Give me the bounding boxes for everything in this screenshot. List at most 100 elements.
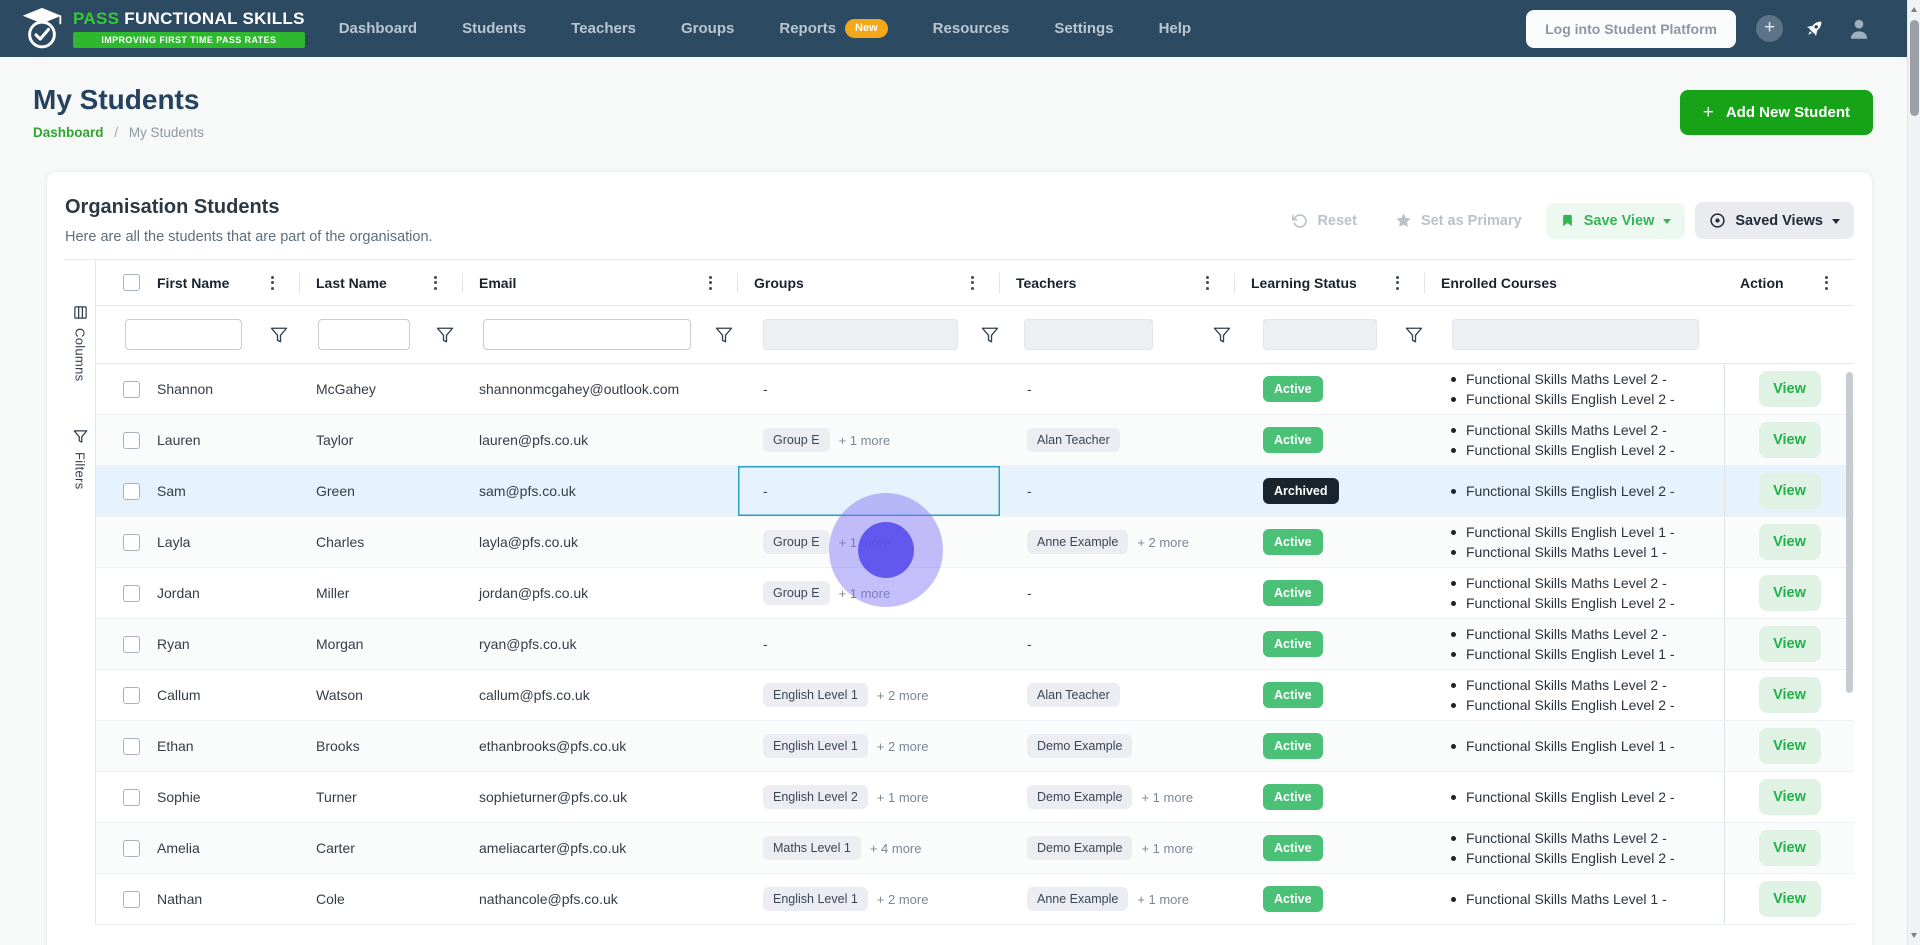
rocket-icon[interactable] bbox=[1803, 17, 1826, 40]
row-checkbox[interactable] bbox=[123, 840, 140, 857]
group-more-label: + 1 more bbox=[839, 535, 891, 550]
view-student-button[interactable]: View bbox=[1759, 473, 1821, 509]
table-scrollbar-thumb[interactable] bbox=[1846, 372, 1853, 693]
column-menu-icon[interactable] bbox=[271, 276, 274, 290]
groups-cell: English Level 1+ 2 more bbox=[738, 670, 1000, 720]
first-name-cell: Nathan bbox=[141, 874, 300, 924]
enrolled-courses-cell: Functional Skills Maths Level 2 -Functio… bbox=[1425, 670, 1724, 720]
page-scrollbar-thumb[interactable] bbox=[1910, 20, 1919, 116]
reset-button[interactable]: Reset bbox=[1278, 203, 1371, 239]
view-student-button[interactable]: View bbox=[1759, 575, 1821, 611]
row-checkbox[interactable] bbox=[123, 738, 140, 755]
header-cell-action[interactable]: Action bbox=[1724, 260, 1854, 305]
table-row[interactable]: LaurenTaylorlauren@pfs.co.ukGroup E+ 1 m… bbox=[96, 415, 1854, 466]
saved-views-button[interactable]: Saved Views bbox=[1695, 202, 1854, 239]
teachers-filter-input[interactable] bbox=[1024, 319, 1153, 350]
scroll-up-arrow-icon[interactable] bbox=[1911, 7, 1917, 12]
empty-value: - bbox=[1027, 636, 1032, 652]
select-all-checkbox[interactable] bbox=[123, 274, 140, 291]
header-cell-last[interactable]: Last Name bbox=[300, 260, 463, 305]
table-row[interactable]: AmeliaCarterameliacarter@pfs.co.ukMaths … bbox=[96, 823, 1854, 874]
row-checkbox[interactable] bbox=[123, 483, 140, 500]
group-chip: English Level 1 bbox=[763, 734, 868, 758]
row-checkbox[interactable] bbox=[123, 636, 140, 653]
nav-item-help[interactable]: Help bbox=[1159, 20, 1192, 37]
view-student-button[interactable]: View bbox=[1759, 830, 1821, 866]
view-student-button[interactable]: View bbox=[1759, 728, 1821, 764]
nav-item-settings[interactable]: Settings bbox=[1054, 20, 1113, 37]
view-student-button[interactable]: View bbox=[1759, 524, 1821, 560]
filters-panel-toggle[interactable]: Filters bbox=[73, 429, 88, 490]
table-row[interactable]: JordanMillerjordan@pfs.co.ukGroup E+ 1 m… bbox=[96, 568, 1854, 619]
view-student-button[interactable]: View bbox=[1759, 626, 1821, 662]
row-checkbox[interactable] bbox=[123, 534, 140, 551]
scroll-down-arrow-icon[interactable] bbox=[1911, 933, 1917, 938]
row-checkbox[interactable] bbox=[123, 381, 140, 398]
quick-add-icon[interactable]: + bbox=[1756, 15, 1783, 42]
login-student-platform-button[interactable]: Log into Student Platform bbox=[1526, 10, 1736, 48]
columns-panel-toggle[interactable]: Columns bbox=[73, 305, 88, 381]
column-menu-icon[interactable] bbox=[709, 276, 712, 290]
nav-item-groups[interactable]: Groups bbox=[681, 20, 734, 37]
column-menu-icon[interactable] bbox=[971, 276, 974, 290]
header-cell-teachers[interactable]: Teachers bbox=[1000, 260, 1235, 305]
nav-item-students[interactable]: Students bbox=[462, 20, 526, 37]
header-cell-courses[interactable]: Enrolled Courses bbox=[1425, 260, 1724, 305]
save-view-button[interactable]: Save View bbox=[1546, 203, 1686, 239]
enrolled-courses-filter-input[interactable] bbox=[1452, 319, 1699, 350]
set-as-primary-button[interactable]: Set as Primary bbox=[1381, 202, 1536, 239]
add-new-student-button[interactable]: + Add New Student bbox=[1680, 90, 1873, 135]
empty-value: - bbox=[763, 381, 768, 397]
learning-status-filter-input[interactable] bbox=[1263, 319, 1377, 350]
row-checkbox[interactable] bbox=[123, 432, 140, 449]
nav-item-resources[interactable]: Resources bbox=[933, 20, 1010, 37]
column-menu-icon[interactable] bbox=[1396, 276, 1399, 290]
groups-filter-input[interactable] bbox=[763, 319, 958, 350]
row-checkbox[interactable] bbox=[123, 687, 140, 704]
last-name-filter-input[interactable] bbox=[318, 319, 410, 350]
breadcrumb-dashboard-link[interactable]: Dashboard bbox=[33, 125, 104, 140]
row-checkbox[interactable] bbox=[123, 891, 140, 908]
last-name-filter-icon[interactable] bbox=[436, 326, 454, 344]
email-filter-input[interactable] bbox=[483, 319, 691, 350]
groups-filter-icon[interactable] bbox=[981, 326, 999, 344]
table-row[interactable]: CallumWatsoncallum@pfs.co.ukEnglish Leve… bbox=[96, 670, 1854, 721]
first-name-filter-icon[interactable] bbox=[270, 326, 288, 344]
first-name-value: Jordan bbox=[157, 585, 200, 601]
view-student-button[interactable]: View bbox=[1759, 677, 1821, 713]
course-name: Functional Skills English Level 2 - bbox=[1466, 789, 1675, 805]
first-name-filter-input[interactable] bbox=[125, 319, 242, 350]
table-row[interactable]: SamGreensam@pfs.co.uk--ArchivedFunctiona… bbox=[96, 466, 1854, 517]
reset-icon bbox=[1292, 213, 1308, 229]
teachers-filter-icon[interactable] bbox=[1213, 326, 1231, 344]
row-checkbox[interactable] bbox=[123, 585, 140, 602]
nav-item-dashboard[interactable]: Dashboard bbox=[339, 20, 417, 37]
table-row[interactable]: SophieTurnersophieturner@pfs.co.ukEnglis… bbox=[96, 772, 1854, 823]
row-checkbox[interactable] bbox=[123, 789, 140, 806]
table-row[interactable]: LaylaCharleslayla@pfs.co.ukGroup E+ 1 mo… bbox=[96, 517, 1854, 568]
group-chip: Group E bbox=[763, 530, 830, 554]
learning-status-cell: Active bbox=[1235, 415, 1425, 465]
header-cell-status[interactable]: Learning Status bbox=[1235, 260, 1425, 305]
column-menu-icon[interactable] bbox=[1206, 276, 1209, 290]
table-row[interactable]: RyanMorganryan@pfs.co.uk--ActiveFunction… bbox=[96, 619, 1854, 670]
view-student-button[interactable]: View bbox=[1759, 422, 1821, 458]
nav-item-reports[interactable]: ReportsNew bbox=[779, 19, 887, 38]
view-student-button[interactable]: View bbox=[1759, 371, 1821, 407]
header-cell-email[interactable]: Email bbox=[463, 260, 738, 305]
brand-logo[interactable]: PASS FUNCTIONAL SKILLS IMPROVING FIRST T… bbox=[20, 6, 305, 52]
header-cell-first[interactable]: First Name bbox=[141, 260, 300, 305]
table-row[interactable]: EthanBrooksethanbrooks@pfs.co.ukEnglish … bbox=[96, 721, 1854, 772]
table-row[interactable]: ShannonMcGaheyshannonmcgahey@outlook.com… bbox=[96, 364, 1854, 415]
view-student-button[interactable]: View bbox=[1759, 881, 1821, 917]
user-avatar-icon[interactable] bbox=[1846, 16, 1872, 42]
nav-item-teachers[interactable]: Teachers bbox=[571, 20, 636, 37]
email-filter-icon[interactable] bbox=[715, 326, 733, 344]
page-scrollbar[interactable] bbox=[1907, 0, 1920, 945]
column-menu-icon[interactable] bbox=[1825, 276, 1828, 290]
header-cell-groups[interactable]: Groups bbox=[738, 260, 1000, 305]
table-row[interactable]: NathanColenathancole@pfs.co.ukEnglish Le… bbox=[96, 874, 1854, 925]
column-menu-icon[interactable] bbox=[434, 276, 437, 290]
learning-status-filter-icon[interactable] bbox=[1405, 326, 1423, 344]
view-student-button[interactable]: View bbox=[1759, 779, 1821, 815]
